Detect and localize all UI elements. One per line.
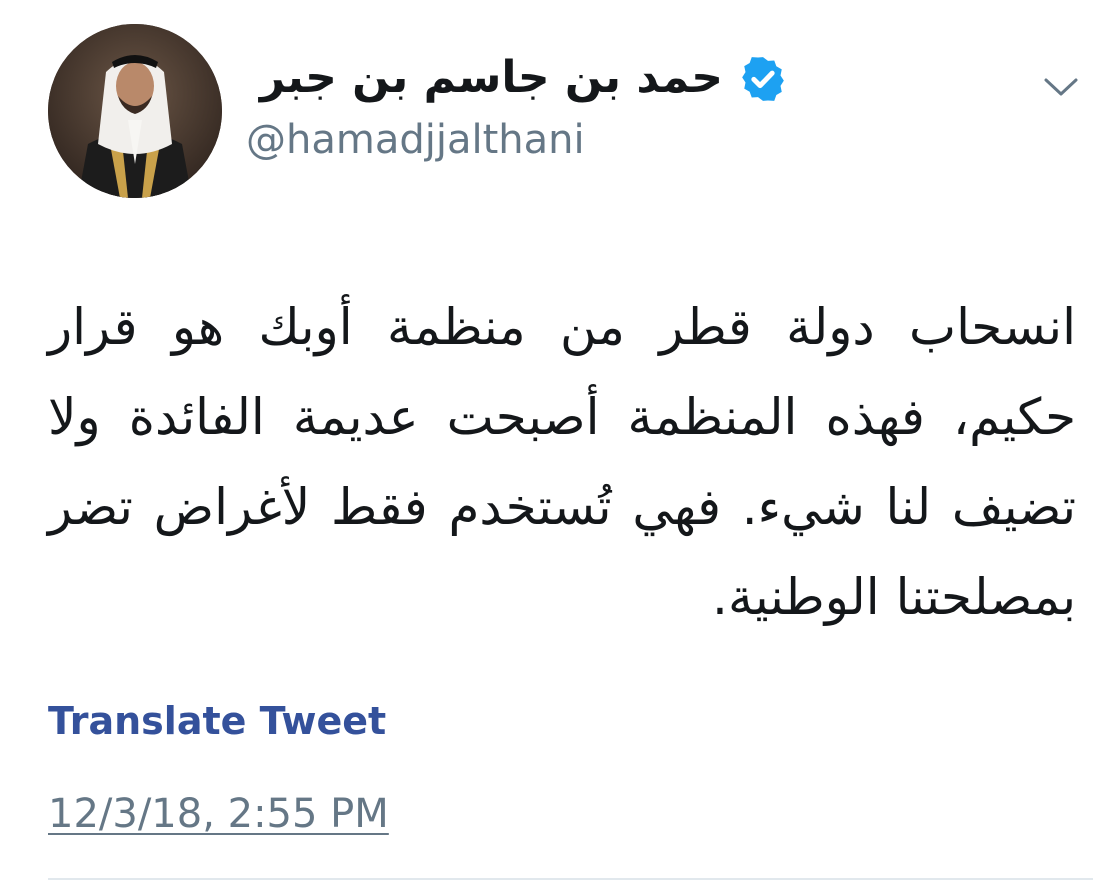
verified-badge-icon <box>742 57 784 101</box>
username-handle[interactable]: @hamadjjalthani <box>246 112 585 168</box>
tweet-timestamp[interactable]: 12/3/18, 2:55 PM <box>48 786 389 842</box>
divider <box>48 878 1093 880</box>
chevron-down-icon[interactable] <box>1040 70 1082 102</box>
tweet-text: انسحاب دولة قطر من منظمة أوبك هو قرار حك… <box>48 298 1076 626</box>
avatar-photo <box>48 24 222 198</box>
avatar[interactable] <box>48 24 222 198</box>
display-name[interactable]: حمد بن جاسم بن جبر <box>260 48 723 108</box>
translate-tweet-link[interactable]: Translate Tweet <box>48 694 386 748</box>
